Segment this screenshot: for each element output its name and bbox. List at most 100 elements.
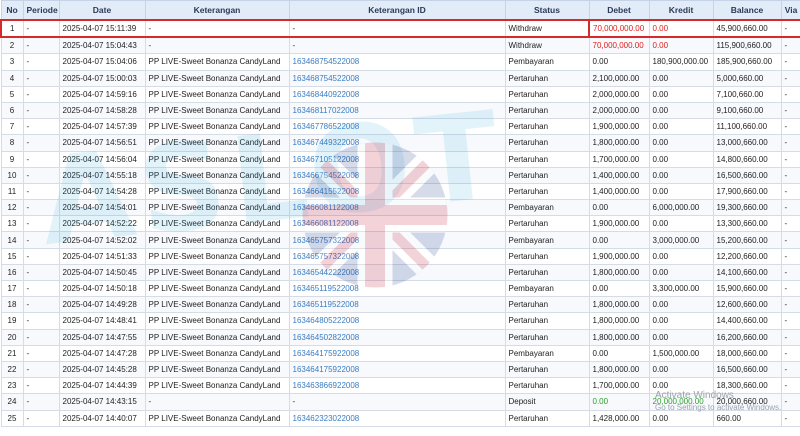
cell-date: 2025-04-07 14:57:39 — [58, 118, 146, 136]
cell-keterangan: PP LIVE-Sweet Bonanza CandyLand — [144, 247, 290, 265]
table-row[interactable]: 25-2025-04-07 14:40:07 PP LIVE-Sweet Bona… — [0, 409, 800, 427]
col-header-keterangan[interactable]: Keterangan — [144, 0, 290, 21]
cell-date: 2025-04-07 14:44:39 — [58, 377, 146, 395]
table-row[interactable]: 10-2025-04-07 14:55:18 PP LIVE-Sweet Bona… — [0, 166, 800, 184]
cell-via: - — [780, 344, 800, 362]
cell-via: - — [780, 263, 800, 282]
table-header-row: No Periode Date Keterangan Keterangan ID… — [0, 0, 800, 21]
cell-keterangan-id[interactable]: 163465119522008 — [288, 296, 506, 314]
table-row[interactable]: 14-2025-04-07 14:52:02 PP LIVE-Sweet Bona… — [0, 231, 800, 249]
cell-date: 2025-04-07 14:54:01 — [58, 199, 146, 217]
cell-date: 2025-04-07 14:49:28 — [58, 296, 146, 314]
table-row[interactable]: 15-2025-04-07 14:51:33 PP LIVE-Sweet Bona… — [0, 247, 800, 265]
cell-keterangan-id[interactable]: 163466081122008 — [288, 215, 506, 233]
table-row[interactable]: 24-2025-04-07 14:43:15- - Deposit 0.00 20,00… — [0, 393, 800, 411]
table-row[interactable]: 21-2025-04-07 14:47:28 PP LIVE-Sweet Bona… — [0, 344, 800, 362]
table-row[interactable]: 19-2025-04-07 14:48:41 PP LIVE-Sweet Bona… — [0, 312, 800, 330]
cell-debet: 2,000,000.00 — [588, 85, 650, 103]
cell-keterangan-id[interactable]: 163468117022008 — [288, 101, 506, 120]
col-header-kredit[interactable]: Kredit — [648, 0, 714, 21]
col-header-status[interactable]: Status — [504, 0, 590, 21]
col-header-keterangan-id[interactable]: Keterangan ID — [288, 0, 506, 21]
col-header-date[interactable]: Date — [58, 0, 146, 21]
cell-status: Pembayaran — [504, 53, 590, 71]
table-row[interactable]: 8-2025-04-07 14:56:51 PP LIVE-Sweet Bonan… — [0, 134, 800, 152]
cell-keterangan-id[interactable]: 163465757322008 — [288, 231, 506, 249]
table-row[interactable]: 13-2025-04-07 14:52:22 PP LIVE-Sweet Bona… — [0, 215, 800, 233]
cell-status: Pertaruhan — [504, 328, 590, 346]
col-header-debet[interactable]: Debet — [588, 0, 650, 21]
cell-date: 2025-04-07 14:50:18 — [58, 279, 146, 298]
cell-keterangan-id[interactable]: 163462323022008 — [288, 409, 506, 427]
cell-keterangan-id[interactable]: 163468440922008 — [288, 85, 506, 103]
cell-keterangan-id[interactable]: 163466754522008 — [288, 166, 506, 184]
cell-kredit: 0.00 — [648, 134, 714, 152]
cell-periode: - — [22, 393, 60, 411]
cell-no: 16 — [0, 263, 24, 282]
cell-keterangan: PP LIVE-Sweet Bonanza CandyLand — [144, 150, 290, 168]
col-header-no[interactable]: No — [0, 0, 24, 21]
table-row[interactable]: 11-2025-04-07 14:54:28 PP LIVE-Sweet Bona… — [0, 182, 800, 201]
cell-keterangan-id[interactable]: 163464175922008 — [288, 344, 506, 362]
cell-keterangan-id[interactable]: 163466081122008 — [288, 199, 506, 217]
table-row[interactable]: 12-2025-04-07 14:54:01 PP LIVE-Sweet Bona… — [0, 199, 800, 217]
col-header-via[interactable]: Via — [780, 0, 800, 21]
cell-keterangan-id[interactable]: 163466415522008 — [288, 182, 506, 201]
table-row[interactable]: 4-2025-04-07 15:00:03 PP LIVE-Sweet Bonan… — [0, 69, 800, 87]
cell-status: Pertaruhan — [504, 377, 590, 395]
cell-balance: 12,200,660.00 — [712, 247, 782, 265]
cell-status: Pertaruhan — [504, 312, 590, 330]
cell-periode: - — [22, 118, 60, 136]
cell-date: 2025-04-07 14:51:33 — [58, 247, 146, 265]
cell-debet: 70,000,000.00 — [588, 18, 650, 39]
cell-no: 21 — [0, 344, 24, 362]
table-row[interactable]: 5-2025-04-07 14:59:16 PP LIVE-Sweet Bonan… — [0, 85, 800, 103]
cell-keterangan-id[interactable]: 163467786522008 — [288, 118, 506, 136]
table-row[interactable]: 18-2025-04-07 14:49:28 PP LIVE-Sweet Bona… — [0, 296, 800, 314]
table-row[interactable]: 16-2025-04-07 14:50:45 PP LIVE-Sweet Bona… — [0, 263, 800, 282]
cell-no: 15 — [0, 247, 24, 265]
table-row[interactable]: 1-2025-04-07 15:11:39- - Withdraw 70,000,00… — [0, 18, 800, 39]
cell-periode: - — [22, 53, 60, 71]
cell-date: 2025-04-07 14:48:41 — [58, 312, 146, 330]
table-row[interactable]: 22-2025-04-07 14:45:28 PP LIVE-Sweet Bona… — [0, 360, 800, 379]
cell-via: - — [780, 328, 800, 346]
cell-no: 24 — [0, 393, 24, 411]
cell-keterangan-id[interactable]: 163465119522008 — [288, 279, 506, 298]
cell-kredit: 0.00 — [648, 296, 714, 314]
cell-periode: - — [22, 360, 60, 379]
table-row[interactable]: 23-2025-04-07 14:44:39 PP LIVE-Sweet Bona… — [0, 377, 800, 395]
cell-kredit: 0.00 — [648, 215, 714, 233]
cell-keterangan: PP LIVE-Sweet Bonanza CandyLand — [144, 215, 290, 233]
cell-keterangan-id[interactable]: 163468754522008 — [288, 53, 506, 71]
cell-periode: - — [22, 377, 60, 395]
cell-kredit: 0.00 — [648, 69, 714, 87]
cell-keterangan-id[interactable]: 163464175922008 — [288, 360, 506, 379]
cell-keterangan-id[interactable]: 163468754522008 — [288, 69, 506, 87]
table-row[interactable]: 3-2025-04-07 15:04:06 PP LIVE-Sweet Bonan… — [0, 53, 800, 71]
cell-keterangan-id[interactable]: 163464502822008 — [288, 328, 506, 346]
cell-keterangan-id[interactable]: 163465442222008 — [288, 263, 506, 282]
cell-keterangan-id[interactable]: 163467449322008 — [288, 134, 506, 152]
cell-kredit: 3,300,000.00 — [648, 279, 714, 298]
table-row[interactable]: 7-2025-04-07 14:57:39 PP LIVE-Sweet Bonan… — [0, 118, 800, 136]
cell-keterangan-id[interactable]: 163467105122008 — [288, 150, 506, 168]
table-row[interactable]: 17-2025-04-07 14:50:18 PP LIVE-Sweet Bona… — [0, 279, 800, 298]
cell-date: 2025-04-07 14:50:45 — [58, 263, 146, 282]
col-header-periode[interactable]: Periode — [22, 0, 60, 21]
table-row[interactable]: 6-2025-04-07 14:58:28 PP LIVE-Sweet Bonan… — [0, 101, 800, 120]
table-row[interactable]: 9-2025-04-07 14:56:04 PP LIVE-Sweet Bonan… — [0, 150, 800, 168]
transaction-table: No Periode Date Keterangan Keterangan ID… — [0, 0, 800, 427]
cell-balance: 14,800,660.00 — [712, 150, 782, 168]
col-header-balance[interactable]: Balance — [712, 0, 782, 21]
cell-keterangan-id[interactable]: 163463866922008 — [288, 377, 506, 395]
cell-keterangan-id[interactable]: 163465757322008 — [288, 247, 506, 265]
cell-keterangan-id[interactable]: 163464805222008 — [288, 312, 506, 330]
cell-keterangan: PP LIVE-Sweet Bonanza CandyLand — [144, 69, 290, 87]
cell-debet: 1,800,000.00 — [588, 263, 650, 282]
table-row[interactable]: 20-2025-04-07 14:47:55 PP LIVE-Sweet Bona… — [0, 328, 800, 346]
cell-balance: 9,100,660.00 — [712, 101, 782, 120]
cell-debet: 0.00 — [588, 199, 650, 217]
table-row[interactable]: 2-2025-04-07 15:04:43- - Withdraw 70,000,00… — [0, 36, 800, 55]
cell-via: - — [780, 101, 800, 120]
